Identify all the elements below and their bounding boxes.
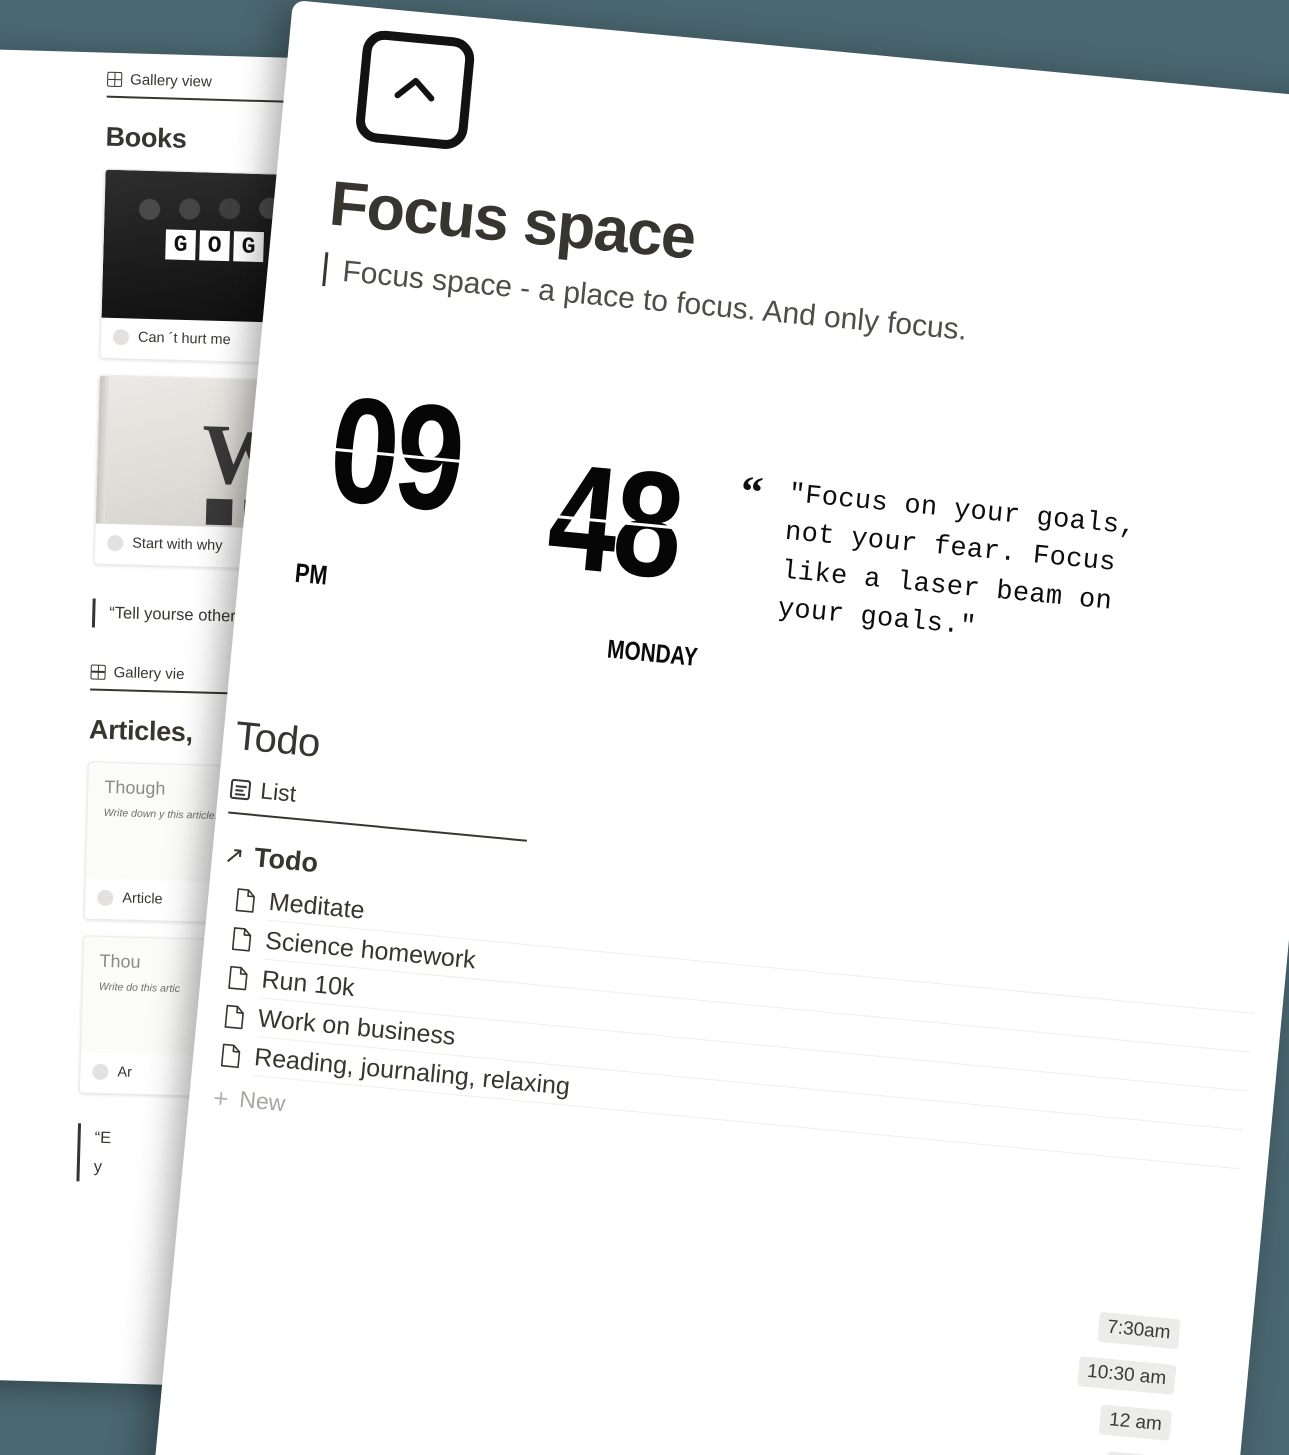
- focus-widgets-row: 09 48 PM MONDAY “ "Focus on your goals, …: [294, 364, 1289, 677]
- focus-space-content: Focus space Focus space - a place to foc…: [212, 27, 1289, 1207]
- page-file-icon: [235, 888, 256, 914]
- focus-space-page: Focus space Focus space - a place to foc…: [149, 0, 1289, 1455]
- todo-time-chip[interactable]: 5 pm: [1104, 1451, 1168, 1455]
- page-file-icon: [231, 926, 252, 952]
- todo-new-label: New: [238, 1086, 287, 1117]
- page-dot-icon: [107, 534, 124, 552]
- list-view-icon: [229, 778, 252, 801]
- todo-heading: Todo: [233, 714, 322, 767]
- list-line: [234, 793, 246, 796]
- flip-clock-widget: 09 48 PM MONDAY: [294, 364, 742, 672]
- page-dot-icon: [97, 889, 114, 907]
- clock-weekday: MONDAY: [605, 633, 699, 673]
- todo-section: Todo List ↗ Todo Meditate Science homewo…: [200, 714, 1273, 1207]
- todo-list-view-label: List: [259, 777, 298, 808]
- cover-letter: G: [233, 231, 264, 263]
- page-file-icon: [220, 1043, 241, 1069]
- plus-icon: +: [211, 1082, 230, 1114]
- flip-unit-minutes: 48: [542, 431, 715, 610]
- list-line: [235, 789, 244, 792]
- chevron-up-rounded-square-icon: [354, 28, 477, 151]
- chevron-up-icon: [391, 67, 439, 115]
- books-gallery-view-label: Gallery view: [129, 71, 213, 91]
- gallery-grid-icon: [106, 71, 123, 88]
- page-file-icon: [228, 965, 249, 991]
- todo-list-view-tab[interactable]: List: [228, 775, 531, 843]
- todo-time-chip[interactable]: 7:30am: [1096, 1311, 1181, 1350]
- cover-letter: G: [165, 229, 197, 261]
- page-dot-icon: [112, 328, 130, 346]
- clock-minutes-unit: 48: [542, 431, 715, 610]
- cover-letter: O: [199, 230, 230, 262]
- page-dot-icon: [92, 1063, 109, 1080]
- focus-quote-widget: “ "Focus on your goals, not your fear. F…: [738, 467, 1169, 664]
- todo-time-chips: 7:30am 10:30 am 12 am 5 pm 8:30 pm: [1001, 1304, 1181, 1455]
- flip-unit-hours: 09: [323, 364, 496, 544]
- clock-meridiem: PM: [293, 557, 329, 591]
- todo-time-chip[interactable]: 12 am: [1098, 1404, 1173, 1441]
- book-card-label: Can ´t hurt me: [137, 329, 231, 349]
- todo-item-label: Meditate: [267, 888, 366, 926]
- todo-list-view-tab-row: List: [229, 775, 530, 830]
- page-file-icon: [224, 1004, 245, 1030]
- todo-database: ↗ Todo Meditate Science homework Run 10k…: [200, 840, 1261, 1208]
- arrow-up-right-icon: ↗: [222, 841, 246, 871]
- subtitle-accent-bar: [322, 252, 329, 287]
- quote-mark-icon: “: [738, 466, 765, 518]
- list-line: [235, 785, 247, 788]
- articles-gallery-view-label: Gallery vie: [113, 663, 185, 683]
- todo-database-title: Todo: [252, 842, 320, 879]
- article-card-label: Article: [122, 890, 163, 908]
- cover-title-letters: G O G: [165, 229, 264, 263]
- article-card-label: Ar: [117, 1064, 133, 1081]
- cover-spine: [95, 375, 109, 524]
- cover-bar: [205, 498, 233, 526]
- screenshot-stage: Gallery view Books G O G Can ´t hurt me …: [0, 0, 1289, 1455]
- clock-hours-unit: 09: [323, 364, 496, 544]
- book-card-label: Start with why: [132, 535, 223, 555]
- todo-item-label: Run 10k: [260, 965, 356, 1003]
- gallery-grid-icon: [90, 664, 106, 680]
- focus-quote-text: "Focus on your goals, not your fear. Foc…: [776, 480, 1138, 644]
- todo-time-chip[interactable]: 10:30 am: [1076, 1356, 1177, 1396]
